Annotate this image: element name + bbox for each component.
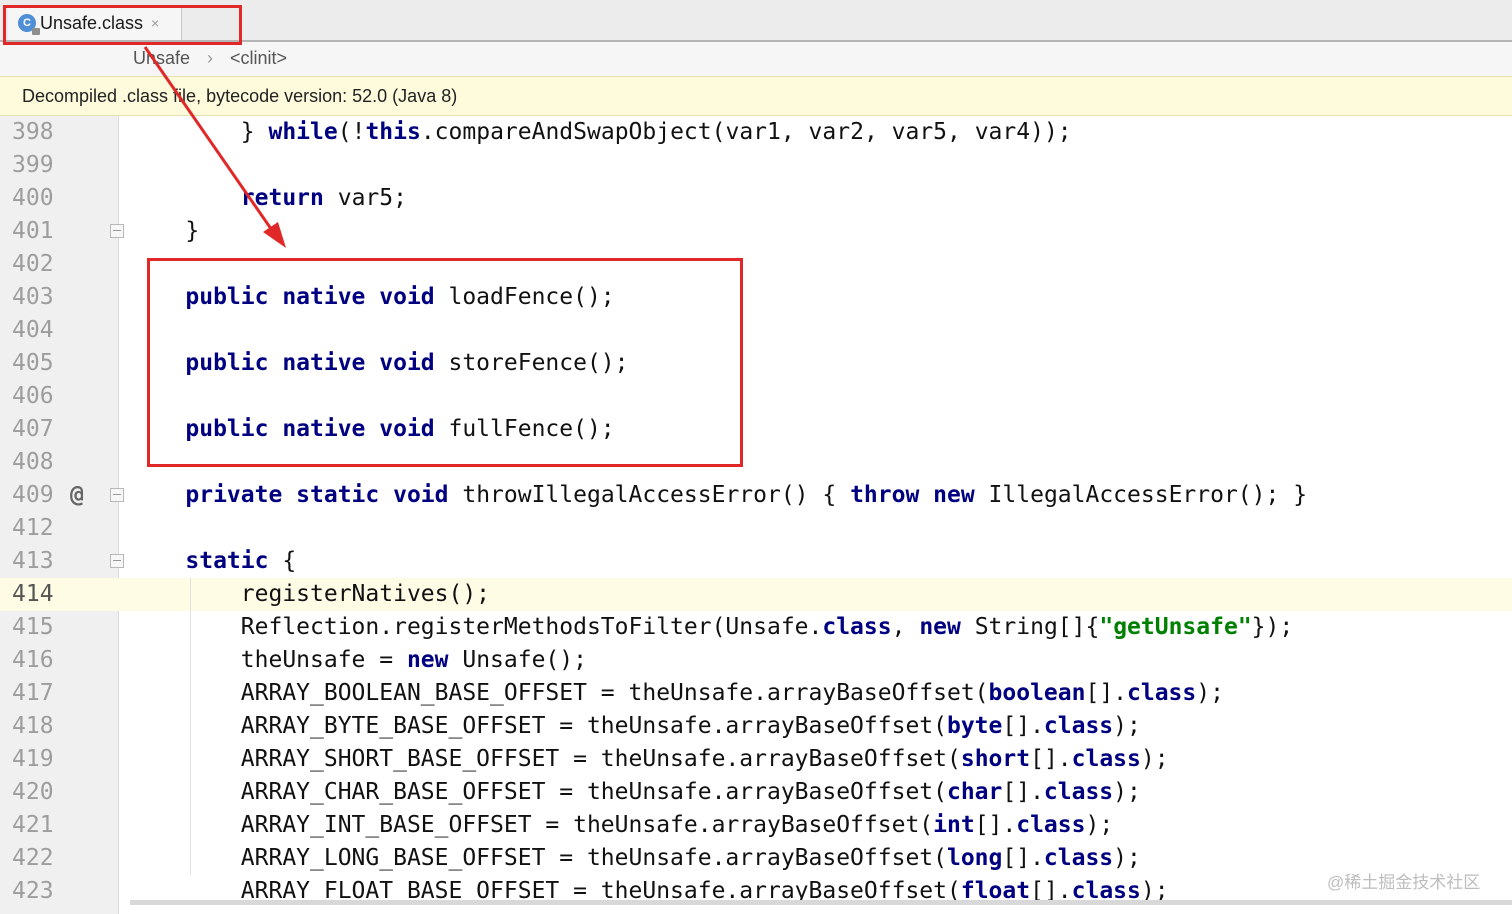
annotation-arrow — [143, 46, 286, 248]
arrow-shaft — [143, 46, 278, 237]
watermark: @稀土掘金技术社区 — [1327, 873, 1481, 892]
arrow-head — [263, 222, 286, 248]
